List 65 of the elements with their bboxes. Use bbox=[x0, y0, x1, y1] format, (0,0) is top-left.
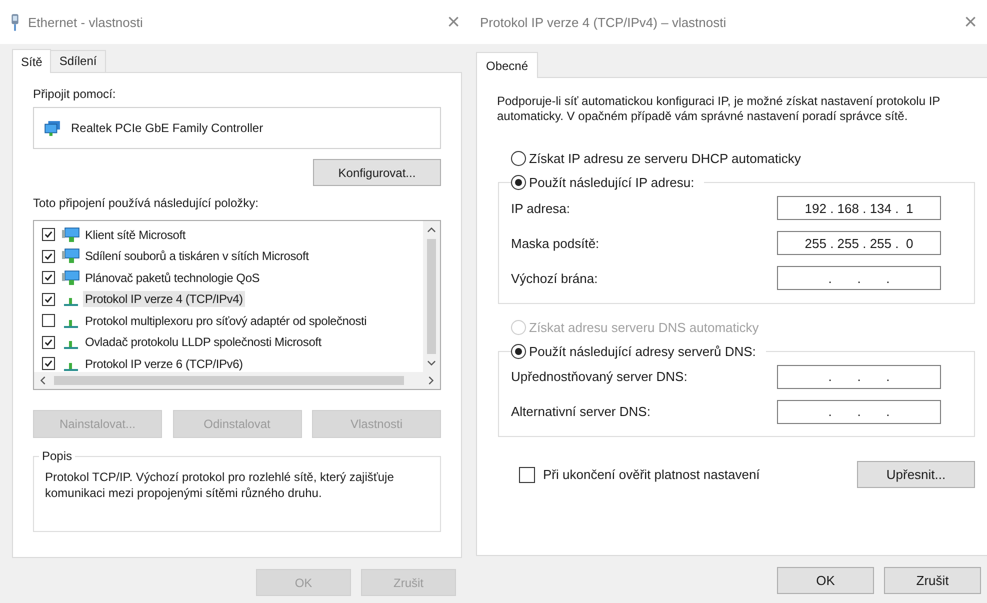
intro-text: Podporuje-li síť automatickou konfiguraci IP, je možné získat nastavení protokolu IP automaticky. V opačném případě vám správné nastavení poradí správce sítě. bbox=[497, 94, 941, 124]
field-label: Upřednostňovaný server DNS: bbox=[511, 369, 688, 384]
advanced-button[interactable]: Upřesnit... bbox=[857, 461, 975, 488]
adapter-field: Realtek PCIe GbE Family Controller bbox=[33, 107, 441, 149]
radio-button[interactable] bbox=[511, 151, 526, 166]
checkbox[interactable] bbox=[42, 292, 55, 306]
computer-icon bbox=[62, 270, 80, 286]
close-icon[interactable]: × bbox=[447, 11, 460, 33]
field-label: Výchozí brána: bbox=[511, 270, 598, 286]
checkbox[interactable] bbox=[42, 314, 55, 328]
close-icon[interactable]: × bbox=[964, 11, 977, 33]
radio-button[interactable] bbox=[511, 175, 526, 190]
ip-input-field[interactable]: . . . bbox=[777, 364, 941, 388]
radio-label: Použít následující IP adresu: bbox=[529, 175, 694, 190]
list-item[interactable]: Protokol multiplexoru pro síťový adaptér od společnosti bbox=[83, 312, 369, 329]
list-item[interactable]: Ovladač protokolu LLDP společnosti Microsoft bbox=[83, 334, 324, 350]
network-icon bbox=[64, 341, 78, 350]
ip-input-field[interactable]: . . . bbox=[777, 266, 941, 290]
field-label: IP adresa: bbox=[511, 200, 570, 216]
radio-label: Získat adresu serveru DNS automaticky bbox=[529, 320, 759, 334]
network-icon bbox=[64, 298, 78, 306]
connect-label: Připojit pomocí: bbox=[33, 87, 117, 101]
horizontal-scrollbar[interactable] bbox=[34, 372, 440, 389]
list-item[interactable]: Protokol IP verze 4 (TCP/IPv4) bbox=[83, 291, 245, 308]
computer-icon bbox=[62, 248, 80, 264]
monitor-icon bbox=[44, 120, 61, 136]
scroll-left-icon[interactable] bbox=[40, 376, 46, 385]
checkbox[interactable] bbox=[42, 336, 55, 349]
list-item[interactable]: Protokol IP verze 6 (TCP/IPv6) bbox=[83, 356, 245, 372]
checkbox[interactable] bbox=[42, 250, 55, 263]
network-icon bbox=[64, 362, 78, 371]
tab[interactable]: Sítě bbox=[12, 49, 52, 73]
radio-label: Použít následující adresy serverů DNS: bbox=[529, 344, 756, 358]
vertical-scrollbar[interactable] bbox=[423, 221, 440, 372]
window-title: Ethernet - vlastnosti bbox=[28, 14, 144, 30]
radio-button[interactable] bbox=[511, 344, 526, 358]
dialog-button[interactable]: Zrušit bbox=[884, 567, 981, 594]
checkbox[interactable] bbox=[42, 228, 55, 242]
configure-button[interactable]: Konfigurovat... bbox=[313, 159, 441, 186]
scroll-right-icon[interactable] bbox=[428, 376, 434, 385]
group-title: Popis bbox=[39, 448, 76, 464]
tab[interactable]: Obecné bbox=[476, 52, 538, 78]
checkbox[interactable] bbox=[42, 271, 55, 284]
checkbox[interactable] bbox=[519, 466, 535, 482]
ip-input-field[interactable]: 255 . 255 . 255 . 0 bbox=[777, 231, 941, 255]
list-item[interactable]: Sdílení souborů a tiskáren v sítích Microsoft bbox=[83, 248, 311, 264]
description-text: Protokol TCP/IP. Výchozí protokol pro rozlehlé sítě, který zajišťuje komunikaci mezi propojenými sítěmi různého druhu. bbox=[45, 469, 395, 501]
list-item[interactable]: Plánovač paketů technologie QoS bbox=[83, 270, 262, 286]
ip-input-field[interactable]: 192 . 168 . 134 . 1 bbox=[777, 196, 941, 220]
field-label: Alternativní server DNS: bbox=[511, 404, 650, 419]
items-label: Toto připojení používá následující položky: bbox=[33, 196, 260, 210]
checkbox[interactable] bbox=[42, 357, 55, 370]
field-label: Maska podsítě: bbox=[511, 236, 600, 250]
dialog-button[interactable]: OK bbox=[777, 567, 874, 594]
list-item[interactable]: Klient sítě Microsoft bbox=[83, 226, 188, 243]
window-title: Protokol IP verze 4 (TCP/IPv4) – vlastnosti bbox=[480, 14, 728, 30]
tab[interactable]: Sdílení bbox=[50, 50, 106, 72]
ethernet-icon bbox=[10, 14, 20, 30]
network-icon bbox=[64, 320, 78, 328]
scroll-down-icon[interactable] bbox=[427, 360, 436, 366]
computer-icon bbox=[62, 226, 80, 243]
checkbox-label: Při ukončení ověřit platnost nastavení bbox=[543, 467, 761, 482]
scroll-up-icon[interactable] bbox=[427, 227, 436, 233]
ip-input-field[interactable]: . . . bbox=[777, 400, 941, 424]
radio-label: Získat IP adresu ze serveru DHCP automaticky bbox=[529, 151, 801, 166]
